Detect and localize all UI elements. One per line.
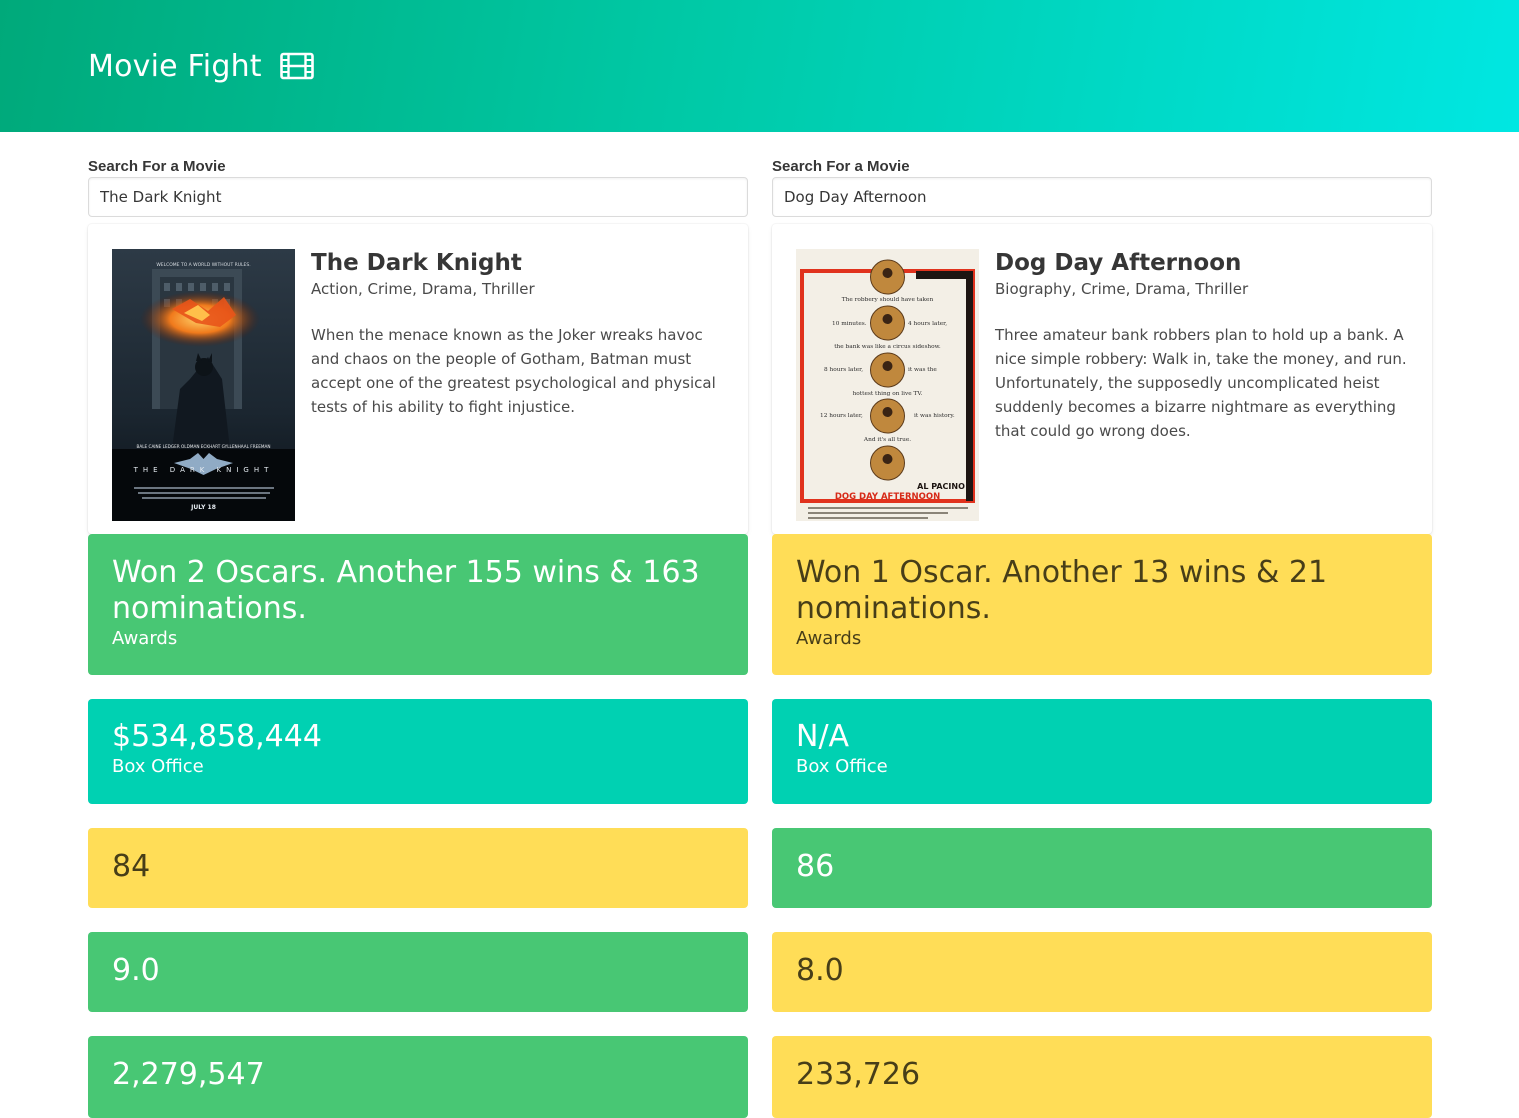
right-poster-line-6: it was the [908,367,937,373]
right-box-office-label: Box Office [796,756,888,777]
right-imdb-rating-value: 8.0 [796,953,844,988]
left-imdb-rating-value: 9.0 [112,953,160,988]
left-imdb-rating-stat: 9.0 [88,932,748,1012]
left-movie-card: WELCOME TO A WORLD WITHOUT RULES. BALE C… [88,224,748,534]
right-poster-title: DOG DAY AFTERNOON [835,492,940,502]
left-poster-title: THE DARK KNIGHT [133,466,274,474]
hero-header: Movie Fight [0,0,1519,132]
right-search-label: Search For a Movie [772,158,910,175]
right-imdb-rating-stat: 8.0 [772,932,1432,1012]
left-metascore-stat: 84 [88,828,748,908]
left-search-label: Search For a Movie [88,158,226,175]
right-awards-label: Awards [796,628,862,649]
app-title: Movie Fight [88,49,314,84]
right-movie-title: Dog Day Afternoon [995,250,1242,276]
left-awards-value: Won 2 Oscars. Another 155 wins & 163 nom… [112,555,700,626]
left-box-office-value: $534,858,444 [112,719,322,754]
left-imdb-votes-value: 2,279,547 [112,1057,265,1092]
right-poster-line-9: it was history. [914,413,955,419]
left-imdb-votes-stat: 2,279,547 [88,1036,748,1118]
right-metascore-value: 86 [796,849,835,884]
right-search-input[interactable] [772,177,1432,217]
left-awards-label: Awards [112,628,178,649]
app-title-text: Movie Fight [88,48,262,84]
right-box-office-stat: N/A Box Office [772,699,1432,804]
right-column: Search For a Movie Dog Day Afternoon The… [772,132,1432,1118]
right-metascore-stat: 86 [772,828,1432,908]
left-box-office-label: Box Office [112,756,204,777]
left-movie-plot: When the menace known as the Joker wreak… [311,326,716,416]
right-poster-line-10: And it's all true. [863,437,911,443]
right-awards-stat: Won 1 Oscar. Another 13 wins & 21 nomina… [772,534,1432,675]
right-imdb-votes-stat: 233,726 [772,1036,1432,1118]
left-metascore-value: 84 [112,849,151,884]
right-movie-genre: Biography, Crime, Drama, Thriller [995,280,1249,298]
right-poster-line-8: 12 hours later, [820,413,863,419]
right-poster-line-4: the bank was like a circus sideshow. [834,344,941,350]
right-imdb-votes-value: 233,726 [796,1057,921,1092]
right-poster-line-2: 10 minutes. [832,321,867,327]
left-movie-info: The Dark Knight Action, Crime, Drama, Th… [311,249,724,524]
right-poster-line-1: The robbery should have taken [842,297,934,303]
film-icon [279,52,314,80]
comparison-columns: Search For a Movie The Dark Knight WELCO… [88,132,1432,1118]
left-search-input[interactable] [88,177,748,217]
left-movie-poster: WELCOME TO A WORLD WITHOUT RULES. BALE C… [112,249,295,521]
left-column: Search For a Movie The Dark Knight WELCO… [88,132,748,1118]
right-poster-line-3: 4 hours later, [908,321,947,327]
right-movie-plot: Three amateur bank robbers plan to hold … [995,326,1407,440]
right-poster-star: AL PACINO [917,482,965,491]
left-poster-tagline: WELCOME TO A WORLD WITHOUT RULES. [156,262,250,268]
left-awards-stat: Won 2 Oscars. Another 155 wins & 163 nom… [88,534,748,675]
right-awards-value: Won 1 Oscar. Another 13 wins & 21 nomina… [796,555,1328,626]
right-poster-line-5: 8 hours later, [824,367,863,373]
left-movie-genre: Action, Crime, Drama, Thriller [311,280,535,298]
right-movie-card: The robbery should have taken 10 minutes… [772,224,1432,534]
left-movie-title: The Dark Knight [311,250,522,276]
right-movie-info: Dog Day Afternoon Biography, Crime, Dram… [995,249,1408,524]
right-poster-line-7: hottest thing on live TV. [853,391,923,397]
left-poster-date: JULY 18 [190,504,216,511]
right-movie-poster: The robbery should have taken 10 minutes… [796,249,979,521]
left-box-office-stat: $534,858,444 Box Office [88,699,748,804]
left-poster-cast: BALE CAINE LEDGER OLDMAN ECKHART GYLLENH… [136,444,270,449]
right-box-office-value: N/A [796,719,850,754]
